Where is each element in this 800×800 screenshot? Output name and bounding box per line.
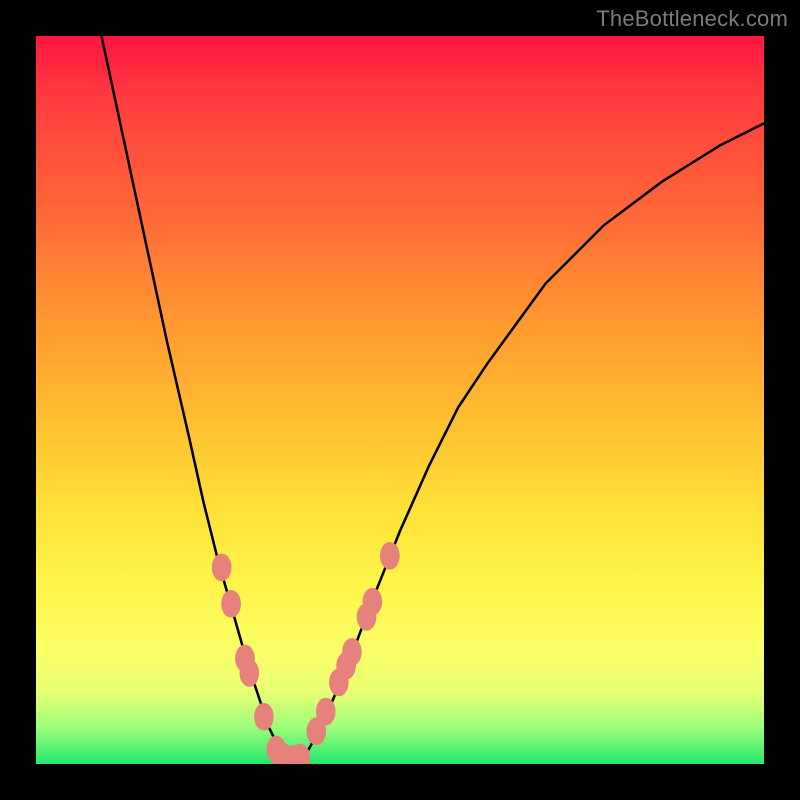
marker-bead xyxy=(239,659,259,687)
marker-bead xyxy=(363,588,383,616)
marker-bead xyxy=(316,698,336,726)
marker-bead xyxy=(221,590,241,618)
marker-bead xyxy=(342,638,362,666)
marker-bead xyxy=(254,703,274,731)
plot-area xyxy=(36,36,764,764)
chart-frame: TheBottleneck.com xyxy=(0,0,800,800)
marker-bead xyxy=(212,554,232,582)
watermark-text: TheBottleneck.com xyxy=(596,6,788,32)
chart-svg xyxy=(36,36,764,764)
curve-line xyxy=(102,36,764,760)
marker-bead xyxy=(380,542,400,570)
marker-group xyxy=(212,542,400,764)
